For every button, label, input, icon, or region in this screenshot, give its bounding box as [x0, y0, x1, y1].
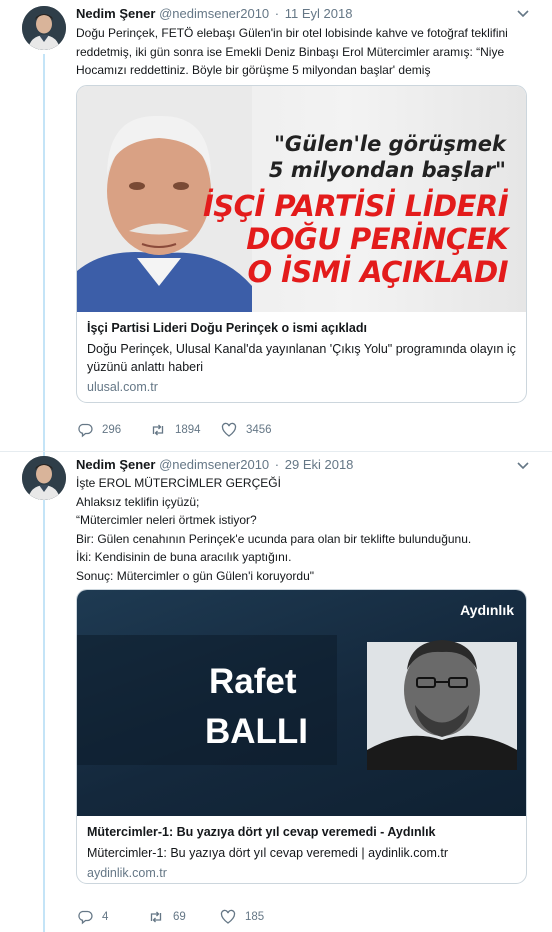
tweet-text-line: Hocamızı reddettiniz. Böyle bir görüşme …	[76, 63, 431, 78]
tweet[interactable]: Nedim Şener @nedimsener2010 · 11 Eyl 201…	[0, 0, 552, 452]
card-title[interactable]: İşçi Partisi Lideri Doğu Perinçek o ismi…	[87, 320, 516, 337]
like-button[interactable]: 3456	[221, 422, 272, 438]
tweet-date[interactable]: 11 Eyl 2018	[285, 6, 353, 21]
retweet-button[interactable]: 69	[148, 909, 220, 925]
tweet-text: Doğu Perinçek, FETÖ elebaşı Gülen'in bir…	[76, 24, 536, 80]
tweet[interactable]: Nedim Şener @nedimsener2010 · 29 Eki 201…	[0, 452, 552, 932]
tweet-text-line: Ahlaksız teklifin içyüzü;	[76, 494, 200, 509]
card-description: Doğu Perinçek, Ulusal Kanal'da yayınlana…	[87, 342, 516, 374]
tweet-text-line: Bir: Gülen cenahının Perinçek'e ucunda p…	[76, 531, 472, 546]
card-title[interactable]: Mütercimler-1: Bu yazıya dört yıl cevap …	[87, 824, 516, 841]
banner-background	[77, 635, 517, 770]
retweet-count: 69	[173, 911, 186, 923]
tweet-text-line: reddetmiş, iki gün sonra ise Emekli Deni…	[76, 44, 505, 59]
author-last-name: BALLI	[205, 712, 309, 751]
tweet-text: İşte EROL MÜTERCİMLER GERÇEĞİ Ahlaksız t…	[76, 474, 536, 586]
tweet-text-line: İki: Kendisinin de buna aracılık yaptığı…	[76, 550, 292, 565]
chevron-down-icon[interactable]	[516, 461, 530, 471]
separator: ·	[274, 457, 280, 472]
like-icon	[221, 422, 237, 437]
tweet-actions: 296 1894 3456	[77, 422, 272, 438]
like-count: 185	[245, 911, 265, 923]
headline-red-line: O İSMİ AÇIKLADI	[247, 255, 508, 289]
author-name[interactable]: Nedim Şener	[76, 457, 155, 472]
reply-icon	[78, 910, 93, 925]
link-card[interactable]: "Gülen'le görüşmek 5 milyondan başlar" İ…	[76, 85, 527, 403]
separator: ·	[274, 6, 280, 21]
tweet-actions: 4 69 185	[77, 909, 264, 925]
avatar[interactable]	[22, 456, 66, 500]
tweet-text-line: “Mütercimler neleri örtmek istiyor?	[76, 513, 257, 528]
tweet-header: Nedim Şener @nedimsener2010 · 11 Eyl 201…	[76, 6, 352, 21]
like-count: 3456	[246, 424, 272, 436]
tweet-text-line: Doğu Perinçek, FETÖ elebaşı Gülen'in bir…	[76, 26, 508, 40]
reply-count: 4	[102, 911, 109, 923]
headline-red-line: İŞÇİ PARTİSİ LİDERİ	[202, 189, 509, 223]
chevron-down-icon[interactable]	[516, 9, 530, 19]
headline-quote-line: 5 milyondan başlar"	[268, 158, 506, 182]
card-image[interactable]: "Gülen'le görüşmek 5 milyondan başlar" İ…	[77, 86, 526, 312]
card-domain: ulusal.com.tr	[87, 380, 158, 394]
tweet-text-line: İşte EROL MÜTERCİMLER GERÇEĞİ	[76, 476, 281, 490]
headline-red-line: DOĞU PERİNÇEK	[246, 222, 508, 256]
reply-icon	[78, 423, 93, 438]
tweet-header: Nedim Şener @nedimsener2010 · 29 Eki 201…	[76, 457, 353, 472]
brand-logo-text: Aydınlık	[460, 602, 514, 618]
reply-button[interactable]: 4	[77, 909, 148, 925]
headline-quote-line: "Gülen'le görüşmek	[273, 132, 506, 156]
author-handle[interactable]: @nedimsener2010	[159, 6, 269, 21]
like-icon	[220, 909, 236, 924]
author-first-name: Rafet	[209, 662, 297, 701]
retweet-icon	[152, 424, 164, 436]
avatar[interactable]	[22, 6, 66, 50]
reply-button[interactable]: 296	[77, 422, 150, 438]
tweet-text-line: Sonuç: Mütercimler o gün Gülen'i koruyor…	[76, 568, 314, 583]
card-image[interactable]: Aydınlık Rafet BALLI	[77, 590, 526, 816]
card-domain: aydinlik.com.tr	[87, 866, 167, 880]
card-body[interactable]: Mütercimler-1: Bu yazıya dört yıl cevap …	[77, 816, 526, 880]
tweet-date[interactable]: 29 Eki 2018	[285, 457, 354, 472]
author-name[interactable]: Nedim Şener	[76, 6, 155, 21]
card-body[interactable]: İşçi Partisi Lideri Doğu Perinçek o ismi…	[77, 312, 526, 394]
reply-count: 296	[102, 424, 122, 436]
retweet-button[interactable]: 1894	[150, 422, 221, 438]
author-handle[interactable]: @nedimsener2010	[159, 457, 269, 472]
like-button[interactable]: 185	[220, 909, 264, 925]
retweet-icon	[150, 911, 162, 923]
retweet-count: 1894	[175, 424, 201, 436]
link-card[interactable]: Aydınlık Rafet BALLI Mütercimler-1: Bu y…	[76, 589, 527, 884]
card-description: Mütercimler-1: Bu yazıya dört yıl cevap …	[87, 846, 449, 860]
